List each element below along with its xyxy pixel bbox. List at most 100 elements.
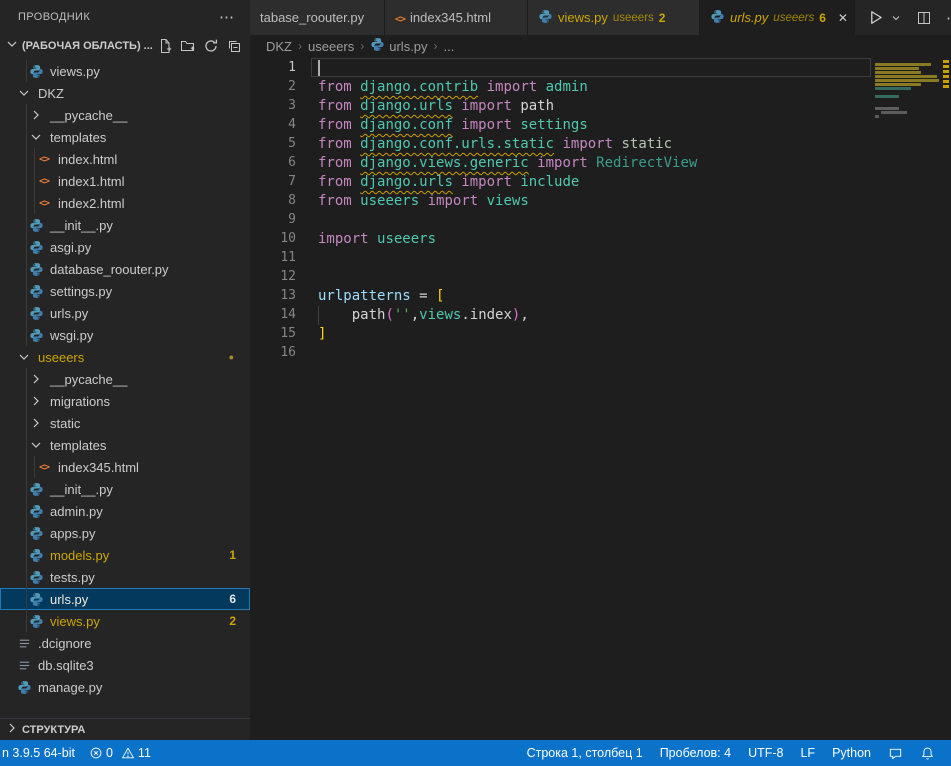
feedback-icon[interactable] [888, 746, 903, 761]
python-file-icon [26, 262, 46, 277]
tree-item-manage-py[interactable]: manage.py [0, 676, 250, 698]
tree-item-wsgi-py[interactable]: wsgi.py [0, 324, 250, 346]
tree-item-static[interactable]: static [0, 412, 250, 434]
error-icon [89, 746, 103, 760]
code-content[interactable]: 12from django.contrib import admin3from … [250, 57, 951, 362]
tab-urls-py[interactable]: urls.pyuseeers6✕ [700, 0, 855, 35]
tree-item-index345-html[interactable]: <>index345.html [0, 456, 250, 478]
tree-item-db-sqlite3[interactable]: db.sqlite3 [0, 654, 250, 676]
tree-item-database-roouter-py[interactable]: database_roouter.py [0, 258, 250, 280]
code-line-7[interactable]: 7from django.urls import include [250, 172, 951, 191]
tab-label: tabase_roouter.py [260, 10, 364, 25]
notifications-bell-icon[interactable] [920, 746, 935, 761]
tree-item-views-py[interactable]: views.py [0, 60, 250, 82]
tree-item-urls-py[interactable]: urls.py [0, 302, 250, 324]
close-tab-icon[interactable]: ✕ [835, 10, 851, 26]
line-content: from django.conf.urls.static import stat… [311, 134, 871, 153]
tree-item-asgi-py[interactable]: asgi.py [0, 236, 250, 258]
explorer-more-actions-icon[interactable]: ⋯ [213, 8, 240, 26]
editor-more-actions-icon[interactable]: ⋯ [944, 9, 951, 27]
tree-item-migrations[interactable]: migrations [0, 390, 250, 412]
tab-tabase-roouter-py[interactable]: tabase_roouter.py [250, 0, 385, 35]
breadcrumb-item-urls-py[interactable]: urls.py [370, 37, 427, 55]
workspace-section-label: (РАБОЧАЯ ОБЛАСТЬ) ... [22, 40, 153, 52]
editor-actions: ⋯ [855, 0, 951, 35]
breadcrumb-item-useeers[interactable]: useeers [308, 39, 354, 54]
code-line-15[interactable]: 15] [250, 324, 951, 343]
chevron-right-icon [4, 720, 20, 739]
encoding-indicator[interactable]: UTF-8 [748, 746, 783, 760]
tree-item-index1-html[interactable]: <>index1.html [0, 170, 250, 192]
line-content: ] [311, 324, 871, 343]
minimap-line [875, 63, 931, 66]
tree-item-urls-py[interactable]: urls.py6 [0, 588, 250, 610]
tree-item-useeers[interactable]: useeers● [0, 346, 250, 368]
code-line-10[interactable]: 10import useeers [250, 229, 951, 248]
code-line-5[interactable]: 5from django.conf.urls.static import sta… [250, 134, 951, 153]
new-file-icon[interactable] [157, 38, 173, 54]
code-line-8[interactable]: 8from useeers import views [250, 191, 951, 210]
code-editor[interactable]: 12from django.contrib import admin3from … [250, 57, 951, 740]
line-content: from django.contrib import admin [311, 77, 871, 96]
python-file-icon [26, 64, 46, 79]
code-line-2[interactable]: 2from django.contrib import admin [250, 77, 951, 96]
new-folder-icon[interactable] [180, 38, 196, 54]
language-mode-indicator[interactable]: Python [832, 746, 871, 760]
code-line-16[interactable]: 16 [250, 343, 951, 362]
code-line-12[interactable]: 12 [250, 267, 951, 286]
code-line-13[interactable]: 13urlpatterns = [ [250, 286, 951, 305]
run-dropdown-chevron-icon[interactable] [890, 12, 902, 24]
tree-item-apps-py[interactable]: apps.py [0, 522, 250, 544]
tree-item-label: templates [50, 438, 106, 453]
tree-item-views-py[interactable]: views.py2 [0, 610, 250, 632]
problems-indicator[interactable]: 0 11 [89, 746, 155, 760]
code-line-4[interactable]: 4from django.conf import settings [250, 115, 951, 134]
indentation-indicator[interactable]: Пробелов: 4 [660, 746, 731, 760]
python-file-icon [538, 9, 553, 27]
status-bar: n 3.9.5 64-bit 0 11 Строка 1, столбец 1 [0, 740, 951, 766]
collapse-all-icon[interactable] [226, 38, 242, 54]
tree-item-label: static [50, 416, 80, 431]
tree-item-label: tests.py [50, 570, 95, 585]
tree-item-index-html[interactable]: <>index.html [0, 148, 250, 170]
tab-project-description: useeers [613, 12, 654, 24]
minimap-line [875, 83, 921, 86]
tree-item--pycache-[interactable]: __pycache__ [0, 368, 250, 390]
code-line-6[interactable]: 6from django.views.generic import Redire… [250, 153, 951, 172]
run-button[interactable] [867, 9, 884, 26]
workspace-section-header[interactable]: (РАБОЧАЯ ОБЛАСТЬ) ... [0, 34, 250, 57]
code-line-9[interactable]: 9 [250, 210, 951, 229]
tree-item-settings-py[interactable]: settings.py [0, 280, 250, 302]
tree-item-DKZ[interactable]: DKZ [0, 82, 250, 104]
tab-index345-html[interactable]: <>index345.html [385, 0, 528, 35]
python-version-indicator[interactable]: n 3.9.5 64-bit [2, 746, 75, 760]
tree-item-label: index.html [58, 152, 117, 167]
minimap[interactable] [875, 57, 941, 137]
tree-item-templates[interactable]: templates [0, 126, 250, 148]
tree-item-index2-html[interactable]: <>index2.html [0, 192, 250, 214]
tree-item--init-py[interactable]: __init__.py [0, 214, 250, 236]
code-line-11[interactable]: 11 [250, 248, 951, 267]
tree-item-tests-py[interactable]: tests.py [0, 566, 250, 588]
split-editor-icon[interactable] [916, 10, 932, 26]
breadcrumb-item-DKZ[interactable]: DKZ [266, 39, 292, 54]
cursor-position-indicator[interactable]: Строка 1, столбец 1 [527, 746, 643, 760]
tree-item--init-py[interactable]: __init__.py [0, 478, 250, 500]
outline-section-header[interactable]: СТРУКТУРА [0, 718, 250, 740]
tab-views-py[interactable]: views.pyuseeers2 [528, 0, 700, 35]
line-number: 3 [250, 96, 296, 115]
code-line-3[interactable]: 3from django.urls import path [250, 96, 951, 115]
breadcrumb-item--[interactable]: ... [444, 39, 455, 54]
tree-item-label: asgi.py [50, 240, 91, 255]
line-number: 13 [250, 286, 296, 305]
tree-item-models-py[interactable]: models.py1 [0, 544, 250, 566]
tree-item--pycache-[interactable]: __pycache__ [0, 104, 250, 126]
tree-item--dcignore[interactable]: .dcignore [0, 632, 250, 654]
code-line-14[interactable]: 14 path('',views.index), [250, 305, 951, 324]
eol-indicator[interactable]: LF [800, 746, 815, 760]
tree-item-admin-py[interactable]: admin.py [0, 500, 250, 522]
tree-item-label: urls.py [50, 306, 88, 321]
refresh-icon[interactable] [203, 38, 219, 54]
tree-item-templates[interactable]: templates [0, 434, 250, 456]
code-line-1[interactable]: 1 [250, 58, 951, 77]
